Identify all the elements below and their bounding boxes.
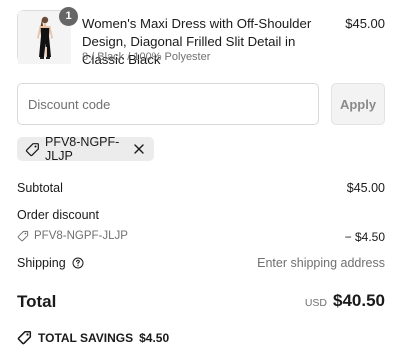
subtotal-row: Subtotal $45.00 xyxy=(17,181,385,195)
applied-code-label: PFV8-NGPF-JLJP xyxy=(45,135,120,163)
total-savings-label: TOTAL SAVINGS xyxy=(38,330,134,345)
tag-icon xyxy=(17,230,29,242)
applied-discount-chip: PFV8-NGPF-JLJP xyxy=(17,135,154,163)
discount-code-label: PFV8-NGPF-JLJP xyxy=(34,230,128,242)
total-amount: USD $40.50 xyxy=(305,291,385,311)
shipping-label: Shipping xyxy=(17,256,66,270)
total-row: Total USD $40.50 xyxy=(17,290,385,314)
total-label: Total xyxy=(17,292,57,311)
discount-amount: − $4.50 xyxy=(344,230,385,244)
cart-line-item: 1 Women's Maxi Dress with Off-Shoulder D… xyxy=(17,7,385,67)
close-icon xyxy=(134,144,144,154)
subtotal-label: Subtotal xyxy=(17,181,63,195)
order-discount-row: Order discount xyxy=(17,208,385,222)
discount-code-row: PFV8-NGPF-JLJP − $4.50 xyxy=(17,230,385,244)
product-thumbnail: 1 xyxy=(17,7,78,64)
total-savings-value: $4.50 xyxy=(139,330,170,345)
tag-icon xyxy=(25,142,39,156)
product-variant: 8 / Black / 100% Polyester xyxy=(82,51,211,63)
quantity-badge: 1 xyxy=(59,7,78,26)
subtotal-value: $45.00 xyxy=(346,181,385,195)
total-savings-row: TOTAL SAVINGS $4.50 xyxy=(17,330,169,345)
currency-code: USD xyxy=(304,297,327,309)
tag-icon xyxy=(17,330,32,345)
shipping-value: Enter shipping address xyxy=(257,256,385,270)
shipping-row: Shipping Enter shipping address xyxy=(17,256,385,270)
total-value: $40.50 xyxy=(333,291,385,310)
info-icon[interactable] xyxy=(72,257,84,269)
order-discount-label: Order discount xyxy=(17,208,99,222)
remove-discount-button[interactable] xyxy=(128,138,150,160)
apply-discount-button[interactable]: Apply xyxy=(331,83,385,125)
product-price: $45.00 xyxy=(345,16,385,31)
discount-code-input[interactable] xyxy=(17,83,319,125)
